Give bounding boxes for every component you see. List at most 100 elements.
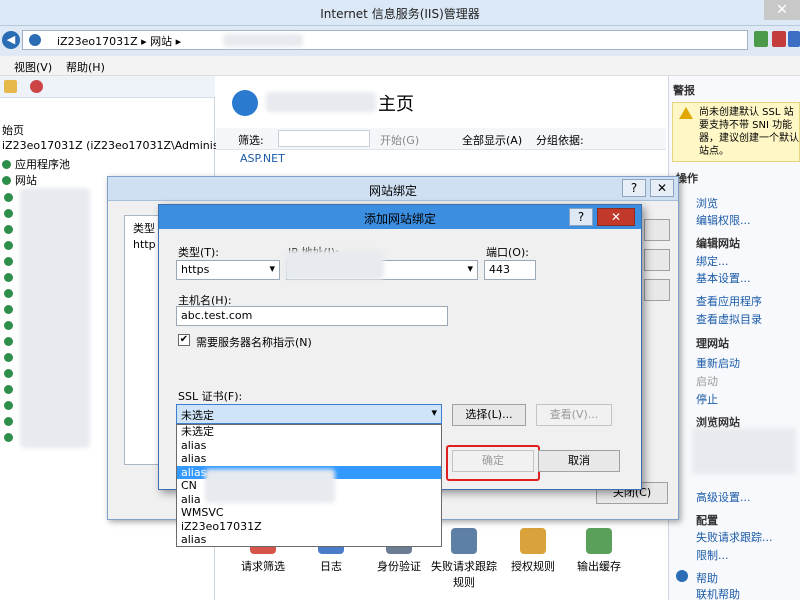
site-icon: [4, 385, 13, 394]
site-icon: [4, 209, 13, 218]
window-titlebar: Internet 信息服务(IIS)管理器: [0, 0, 800, 26]
help-button[interactable]: ?: [622, 179, 646, 197]
tree-toolbar: [0, 76, 215, 98]
hostname-input[interactable]: abc.test.com: [176, 306, 448, 326]
action-help[interactable]: 帮助: [696, 570, 718, 586]
filter-input[interactable]: [278, 130, 370, 147]
group-by-label[interactable]: 分组依据:: [536, 132, 584, 148]
feature-label: 请求筛选: [241, 560, 285, 573]
action-view-applications[interactable]: 查看应用程序: [696, 293, 762, 309]
site-icon: [4, 225, 13, 234]
page-title: 主页: [378, 94, 414, 115]
action-limits[interactable]: 限制...: [696, 547, 729, 563]
stop-icon[interactable]: [772, 31, 786, 47]
port-label: 端口(O):: [486, 246, 529, 259]
port-input[interactable]: 443: [484, 260, 536, 280]
globe-icon: [29, 34, 41, 46]
binding-row-type[interactable]: http: [133, 238, 156, 251]
feature-label: 身份验证: [377, 560, 421, 573]
action-restart[interactable]: 重新启动: [696, 355, 740, 371]
filter-label: 筛选:: [238, 134, 264, 147]
action-bindings[interactable]: 绑定...: [696, 253, 729, 269]
select-cert-button[interactable]: 选择(L)...: [452, 404, 526, 426]
tree-node-start[interactable]: 始页: [2, 122, 24, 138]
help-button[interactable]: ?: [569, 208, 593, 226]
menu-view[interactable]: 视图(V): [14, 59, 52, 75]
menu-help[interactable]: 帮助(H): [66, 59, 105, 75]
tree-node-apppools-label: 应用程序池: [15, 158, 70, 171]
redacted-site-name: [223, 34, 303, 47]
add-binding-titlebar: 添加网站绑定 ? ✕: [159, 205, 641, 229]
site-icon: [4, 369, 13, 378]
window-close-button[interactable]: ✕: [764, 0, 800, 20]
site-icon: [4, 337, 13, 346]
apppool-icon: [2, 160, 11, 169]
action-advanced-settings[interactable]: 高级设置...: [696, 489, 751, 505]
tree-node-sites[interactable]: 网站: [2, 172, 37, 188]
action-browse[interactable]: 浏览: [696, 195, 718, 211]
action-basic-settings[interactable]: 基本设置...: [696, 270, 751, 286]
feature-authorization-rules[interactable]: 授权规则: [498, 528, 568, 574]
ssl-cert-label: SSL 证书(F):: [178, 390, 243, 403]
type-value: https: [181, 263, 210, 276]
warning-line: 尚未创建默认 SSL 站: [699, 107, 794, 118]
connect-icon[interactable]: [30, 80, 43, 93]
sites-icon: [2, 176, 11, 185]
folder-icon[interactable]: [4, 80, 17, 93]
action-stop[interactable]: 停止: [696, 391, 718, 407]
ssl-option[interactable]: 未选定: [177, 425, 441, 439]
warning-line: 站点。: [699, 146, 729, 157]
tree-node-server[interactable]: iZ23eo17031Z (iZ23eo17031Z\Administrato: [2, 139, 245, 152]
site-icon: [4, 433, 13, 442]
redacted-cert-names: [205, 469, 335, 503]
side-button[interactable]: [644, 219, 670, 241]
cancel-button[interactable]: 取消: [538, 450, 620, 472]
sni-checkbox[interactable]: ✔: [178, 334, 190, 346]
type-label: 类型(T):: [178, 246, 220, 259]
ssl-option[interactable]: alias: [177, 452, 441, 466]
tree-node-apppools[interactable]: 应用程序池: [2, 156, 70, 172]
manage-site-title: 理网站: [696, 337, 729, 350]
action-view-virtual-dirs[interactable]: 查看虚拟目录: [696, 311, 762, 327]
home-icon[interactable]: [788, 31, 800, 47]
close-button[interactable]: ✕: [597, 208, 635, 226]
start-button[interactable]: 开始(G): [380, 132, 419, 148]
feature-label: 失败请求跟踪规则: [431, 560, 497, 589]
feature-label: 授权规则: [511, 560, 555, 573]
action-failed-request-tracing[interactable]: 失败请求跟踪...: [696, 529, 773, 545]
side-button[interactable]: [644, 279, 670, 301]
filter-bar: 筛选: 开始(G) 全部显示(A) 分组依据:: [216, 128, 666, 150]
side-button[interactable]: [644, 249, 670, 271]
address-bar[interactable]: iZ23eo17031Z ▸ 网站 ▸: [22, 30, 748, 50]
globe-icon: [232, 90, 258, 116]
site-icon: [4, 273, 13, 282]
window-title: Internet 信息服务(IIS)管理器: [320, 7, 480, 21]
sni-label: 需要服务器名称指示(N): [196, 336, 312, 349]
ssl-option[interactable]: iZ23eo17031Z: [177, 520, 441, 534]
ssl-option[interactable]: alias: [177, 533, 441, 547]
feature-label: 日志: [320, 560, 342, 573]
site-icon: [4, 305, 13, 314]
show-all-button[interactable]: 全部显示(A): [462, 132, 522, 148]
back-button[interactable]: ◀: [2, 31, 20, 49]
view-cert-button[interactable]: 查看(V)...: [536, 404, 612, 426]
edit-site-title: 编辑网站: [696, 237, 740, 250]
redacted-site-list: [20, 188, 90, 448]
aspnet-section-header: ASP.NET: [240, 152, 285, 165]
action-edit-permissions[interactable]: 编辑权限...: [696, 212, 751, 228]
site-icon: [4, 401, 13, 410]
type-select[interactable]: https: [176, 260, 280, 280]
site-icon: [4, 193, 13, 202]
action-start[interactable]: 启动: [696, 373, 718, 389]
ssl-option[interactable]: alias: [177, 439, 441, 453]
ssl-cert-select[interactable]: 未选定: [176, 404, 442, 424]
ok-button[interactable]: 确定: [452, 450, 534, 472]
warning-line: 要支持不带 SNI 功能: [699, 120, 793, 131]
refresh-icon[interactable]: [754, 31, 768, 47]
close-button[interactable]: ✕: [650, 179, 674, 197]
ssl-option[interactable]: WMSVC: [177, 506, 441, 520]
lock-icon: [520, 528, 546, 554]
ssl-cert-dropdown-list[interactable]: 未选定 alias alias alias CN alia WMSVC iZ23…: [176, 424, 442, 547]
redacted-browse-links: [692, 428, 796, 474]
feature-output-caching[interactable]: 输出缓存: [564, 528, 634, 574]
